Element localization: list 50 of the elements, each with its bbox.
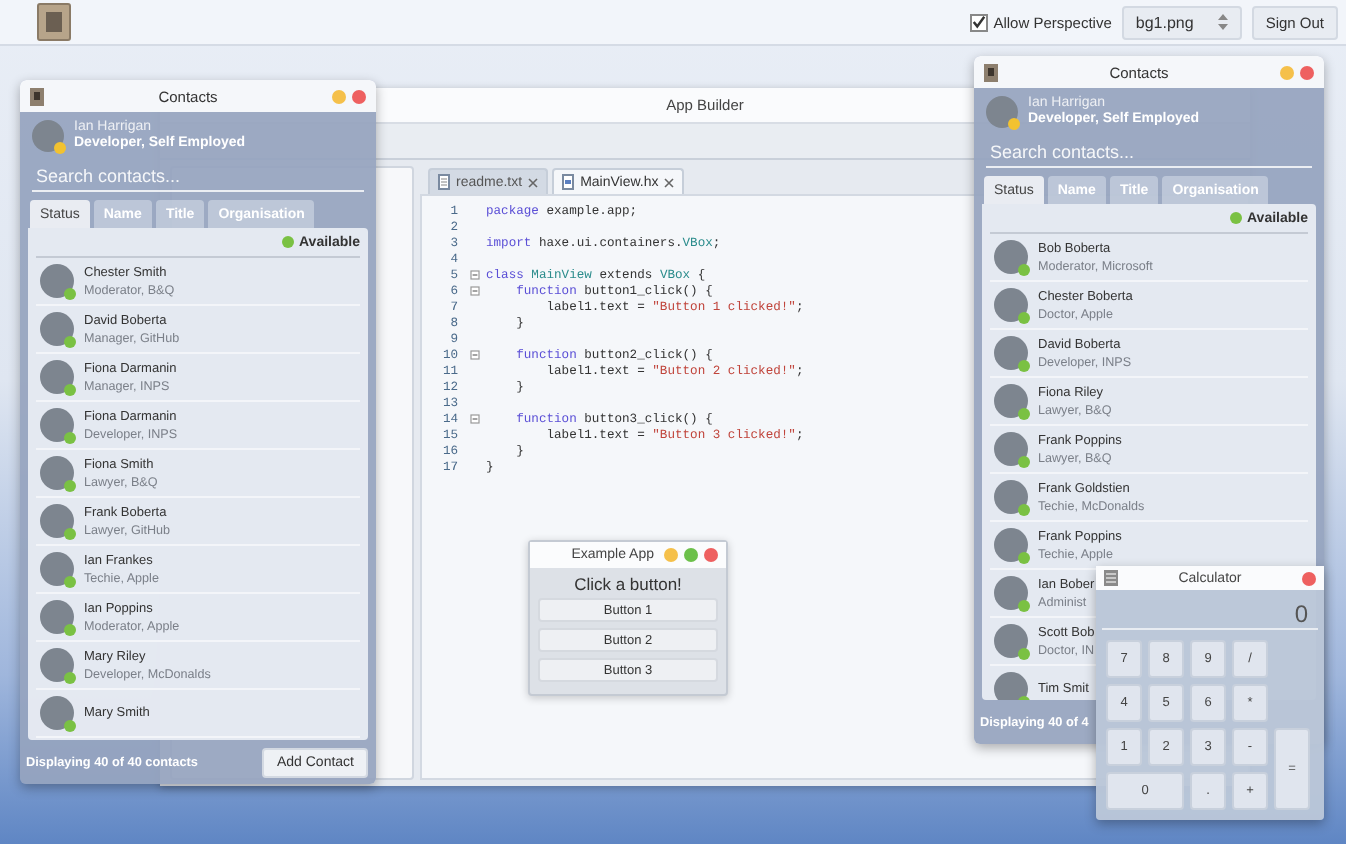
text-file-icon — [438, 174, 450, 190]
minimize-button[interactable] — [664, 548, 678, 562]
avatar-placeholder — [40, 552, 74, 586]
avatar-placeholder — [994, 672, 1028, 700]
app-icon — [984, 63, 998, 81]
collapse-icon[interactable] — [469, 413, 479, 423]
avatar-placeholder — [994, 432, 1028, 466]
avatar-placeholder — [40, 408, 74, 442]
avatar-placeholder — [994, 480, 1028, 514]
code-file-icon — [562, 174, 575, 190]
avatar-placeholder — [994, 384, 1028, 418]
close-button[interactable] — [1302, 571, 1316, 585]
avatar-placeholder — [994, 576, 1028, 610]
calculator-icon — [1104, 570, 1118, 586]
avatar-placeholder — [994, 240, 1028, 274]
avatar-placeholder — [40, 504, 74, 538]
minimize-button[interactable] — [1280, 65, 1294, 79]
close-icon[interactable] — [664, 177, 675, 187]
avatar-placeholder — [40, 264, 74, 298]
close-icon[interactable] — [528, 177, 539, 187]
search-field[interactable]: Search contacts... — [986, 136, 1312, 168]
avatar-placeholder — [40, 456, 74, 490]
app-icon — [30, 87, 44, 105]
collapse-icon[interactable] — [469, 349, 479, 359]
close-button[interactable] — [1300, 65, 1314, 79]
prompt-label: Click a button! — [572, 572, 684, 598]
avatar-placeholder — [40, 360, 74, 394]
background-select[interactable]: bg1.png — [1121, 5, 1242, 39]
avatar-placeholder — [994, 336, 1028, 370]
avatar-placeholder — [994, 288, 1028, 322]
avatar-placeholder — [32, 120, 64, 152]
avatar-placeholder — [994, 528, 1028, 562]
avatar-placeholder — [40, 696, 74, 730]
collapse-icon[interactable] — [469, 269, 479, 279]
avatar-placeholder — [40, 600, 74, 634]
collapse-icon[interactable] — [469, 285, 479, 295]
avatar-placeholder — [40, 312, 74, 346]
up-down-caret-icon — [1217, 14, 1228, 30]
checkbox[interactable] — [969, 13, 988, 31]
maximize-button[interactable] — [684, 548, 698, 562]
avatar-placeholder — [994, 624, 1028, 658]
avatar-placeholder — [40, 648, 74, 682]
check-icon — [971, 14, 986, 30]
calculator-display: 0 — [1102, 590, 1318, 630]
avatar-placeholder — [986, 96, 1018, 128]
search-field[interactable]: Search contacts... — [32, 160, 364, 192]
minimize-button[interactable] — [332, 89, 346, 103]
close-button[interactable] — [352, 89, 366, 103]
file-icon[interactable] — [36, 2, 72, 42]
close-button[interactable] — [704, 548, 718, 562]
